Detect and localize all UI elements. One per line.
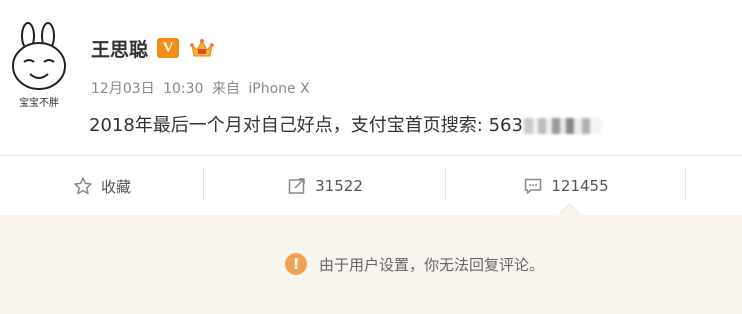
- action-bar: 收藏 31522 121455: [0, 155, 742, 217]
- avatar[interactable]: 宝宝不胖: [6, 22, 72, 109]
- post-date: 12月03日: [91, 81, 155, 97]
- post-source-prefix: 来自: [211, 81, 240, 97]
- repost-icon: [288, 178, 305, 194]
- favorite-button[interactable]: 收藏: [0, 156, 204, 216]
- blurred-code-mask: [523, 118, 602, 134]
- weibo-post: 宝宝不胖 王思聪 V 12月03日 10:30 来自 iPhone X 2018…: [0, 0, 742, 155]
- post-source-device[interactable]: iPhone X: [248, 81, 309, 97]
- avatar-caption: 宝宝不胖: [19, 98, 59, 109]
- warning-icon: !: [285, 253, 307, 275]
- post-time: 10:30: [163, 81, 204, 97]
- comment-panel: ! 由于用户设置，你无法回复评论。: [0, 215, 742, 314]
- crown-icon[interactable]: [189, 37, 215, 59]
- post-meta: 12月03日 10:30 来自 iPhone X: [91, 78, 314, 98]
- name-row: 王思聪 V: [91, 34, 215, 62]
- post-text-content: 2018年最后一个月对自己好点，支付宝首页搜索: 563: [89, 115, 523, 136]
- bunny-avatar-icon: [12, 22, 66, 90]
- star-icon: [74, 177, 92, 195]
- favorite-label: 收藏: [100, 177, 131, 196]
- comment-notice: ! 由于用户设置，你无法回复评论。: [285, 253, 544, 275]
- like-button[interactable]: [686, 156, 742, 216]
- comment-count: 121455: [551, 177, 609, 195]
- username[interactable]: 王思聪: [91, 35, 148, 62]
- post-text: 2018年最后一个月对自己好点，支付宝首页搜索: 563: [89, 111, 602, 137]
- comment-icon: [525, 178, 542, 194]
- repost-button[interactable]: 31522: [204, 156, 446, 216]
- verified-badge-icon[interactable]: V: [157, 38, 180, 58]
- repost-count: 31522: [315, 177, 363, 195]
- comment-notice-text: 由于用户设置，你无法回复评论。: [319, 255, 545, 274]
